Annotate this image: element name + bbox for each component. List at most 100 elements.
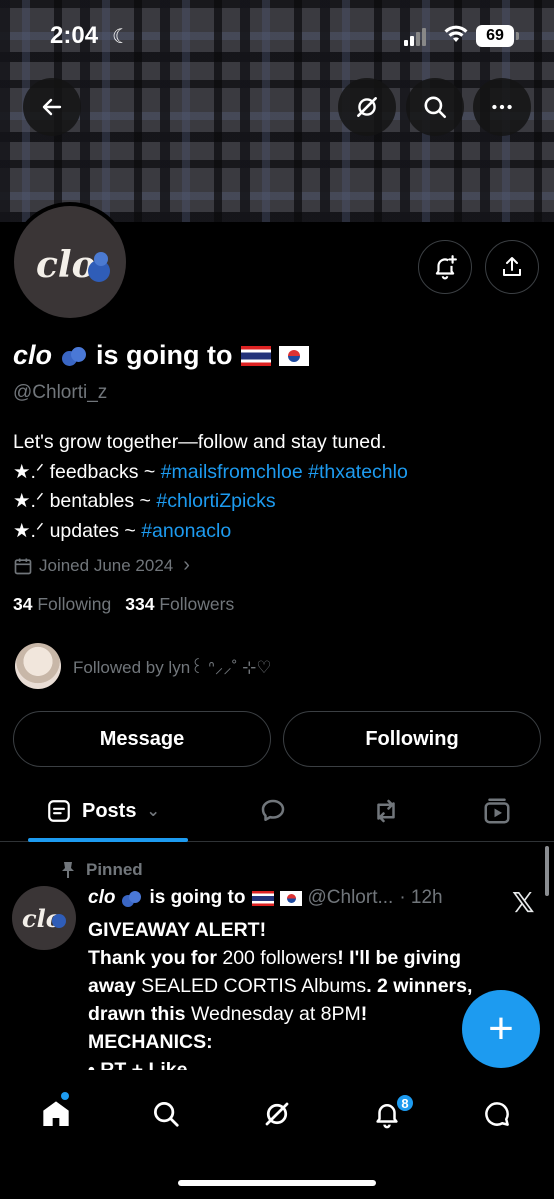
unread-dot <box>61 1092 69 1100</box>
message-button[interactable]: Message <box>13 711 271 767</box>
grok-icon <box>357 97 377 117</box>
status-time: 2:04 <box>50 22 99 49</box>
share-button[interactable] <box>485 240 539 294</box>
following-button[interactable]: Following <box>283 711 541 767</box>
plus-icon: + <box>488 1004 514 1053</box>
profile-bio: Let's grow together—follow and stay tune… <box>13 428 408 546</box>
thailand-flag-icon <box>240 345 271 366</box>
hashtag-link[interactable]: #anonaclo <box>141 520 231 542</box>
chevron-right-icon: › <box>183 554 190 576</box>
hashtag-link[interactable]: #chlortiZpicks <box>156 490 275 512</box>
pinned-label: Pinned <box>60 860 143 880</box>
pinned-text: Pinned <box>86 860 143 879</box>
avatar-logo-text: clo <box>36 244 96 286</box>
hashtag-link[interactable]: #thxatechlo <box>308 461 408 483</box>
home-icon <box>43 1101 69 1126</box>
active-tab-indicator <box>28 838 188 842</box>
grok-button[interactable] <box>338 78 396 136</box>
post-line: away SEALED CORTIS Albums. 2 winners, <box>88 972 498 1000</box>
post-line: MECHANICS: <box>88 1031 213 1053</box>
followed-by-text: Followed by lyn꒰ ᐢ⸝⸝˚ ⊹♡ <box>73 657 272 677</box>
notification-badge: 8 <box>395 1093 415 1113</box>
profile-tabs: Posts ⌄ <box>0 780 554 842</box>
bio-text: ★.ᐟ updates ~ <box>13 519 142 542</box>
post-text: Wednesday at 8PM <box>190 1003 361 1025</box>
post-time[interactable]: · 12h <box>399 887 442 909</box>
followed-by[interactable]: Followed by lyn꒰ ᐢ⸝⸝˚ ⊹♡ <box>15 643 272 689</box>
pin-icon <box>62 862 74 878</box>
arrow-left-icon <box>42 98 62 116</box>
bio-line: Let's grow together—follow and stay tune… <box>13 431 387 453</box>
post-header: clo is going to @Chlort... · 12h <box>88 887 443 909</box>
chat-icon <box>485 1102 509 1126</box>
post-text: SEALED CORTIS Albums <box>141 975 367 997</box>
nav-messages[interactable] <box>477 1094 517 1134</box>
scrollbar[interactable] <box>545 846 549 896</box>
search-icon <box>154 1102 179 1127</box>
followers-link[interactable]: 334 Followers <box>125 594 234 615</box>
tab-posts[interactable]: Posts ⌄ <box>46 798 160 824</box>
post-author-italic[interactable]: clo <box>88 887 115 909</box>
more-icon <box>492 104 512 110</box>
avatar-blueberry <box>52 914 66 928</box>
profile-name-italic: clo <box>13 340 53 370</box>
tab-replies[interactable] <box>258 796 288 826</box>
followers-label: Followers <box>159 594 235 614</box>
notify-button[interactable] <box>418 240 472 294</box>
thailand-flag-icon <box>251 890 274 906</box>
more-button[interactable] <box>473 78 531 136</box>
post-text: 200 followers <box>222 947 338 969</box>
search-icon <box>424 96 447 119</box>
following-count: 34 <box>13 594 33 614</box>
blueberry-emoji <box>121 888 143 908</box>
korea-flag-icon <box>279 890 302 906</box>
avatar-blueberry-small <box>94 252 108 266</box>
x-logo-icon: 𝕏 <box>512 887 535 918</box>
profile-name: clo is going to <box>13 340 309 371</box>
compose-button[interactable]: + <box>462 990 540 1068</box>
following-link[interactable]: 34 Following <box>13 594 111 615</box>
tab-posts-label: Posts <box>82 799 137 822</box>
grok-icon <box>265 1102 289 1126</box>
profile-avatar[interactable]: clo <box>10 202 130 322</box>
home-indicator <box>178 1180 376 1186</box>
post-avatar[interactable]: clo <box>12 886 76 950</box>
post-line: Thank you for 200 followers! I'll be giv… <box>88 944 498 972</box>
post-text: . 2 winners, <box>366 975 473 997</box>
posts-icon <box>48 800 70 822</box>
post-handle[interactable]: @Chlort... <box>308 887 394 909</box>
nav-grok[interactable] <box>257 1094 297 1134</box>
joined-date[interactable]: Joined June 2024 › <box>13 554 190 577</box>
post-text: drawn this <box>88 1003 191 1025</box>
bio-line: ★.ᐟ updates ~ #anonaclo <box>13 517 408 547</box>
post-text: ! <box>360 1003 368 1025</box>
cellular-signal-icon <box>404 28 426 46</box>
post-text: Thank you for <box>88 947 223 969</box>
chevron-down-icon: ⌄ <box>146 803 160 820</box>
tab-media[interactable] <box>482 796 512 826</box>
profile-name-rest: is going to <box>96 340 233 370</box>
wifi-icon <box>444 25 468 42</box>
profile-handle: @Chlorti_z <box>13 382 108 403</box>
bell-plus-icon <box>435 255 457 280</box>
post-text: ! I'll be giving <box>337 947 462 969</box>
follow-counts: 34 Following 334 Followers <box>13 594 234 615</box>
tab-reposts[interactable] <box>370 796 402 826</box>
share-icon <box>503 257 521 276</box>
post-line: drawn this Wednesday at 8PM! <box>88 1000 498 1028</box>
post-body[interactable]: GIVEAWAY ALERT! Thank you for 200 follow… <box>88 916 498 1084</box>
followers-count: 334 <box>125 594 155 614</box>
battery-indicator: 69 <box>476 25 514 47</box>
post-author-rest[interactable]: is going to <box>149 887 245 909</box>
post-line: GIVEAWAY ALERT! <box>88 919 267 941</box>
nav-home[interactable] <box>36 1094 76 1134</box>
back-button[interactable] <box>23 78 81 136</box>
bio-line: ★.ᐟ feedbacks ~ #mailsfromchloe #thxatec… <box>13 458 408 488</box>
nav-search[interactable] <box>146 1094 186 1134</box>
follower-avatar <box>15 643 61 689</box>
hashtag-link[interactable]: #mailsfromchloe <box>161 461 303 483</box>
following-label: Following <box>37 594 112 614</box>
search-button[interactable] <box>406 78 464 136</box>
bio-line: ★.ᐟ bentables ~ #chlortiZpicks <box>13 487 408 517</box>
bio-text: ★.ᐟ bentables ~ <box>13 490 157 512</box>
